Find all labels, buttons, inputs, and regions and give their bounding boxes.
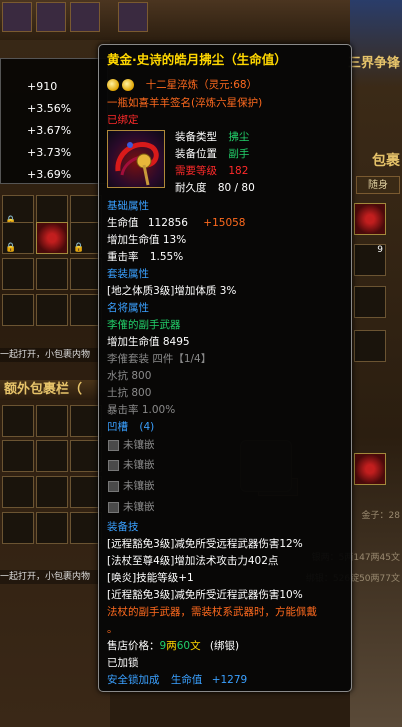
bag-slot[interactable] (36, 512, 68, 544)
required-level-row: 需要等级 182 (175, 165, 249, 177)
usage-note-end: 。 (107, 623, 118, 635)
compare-panel: +910 +3.56% +3.67% +3.73% +3.69% (0, 58, 108, 184)
compare-value: +3.67% (27, 124, 72, 137)
bag-slot[interactable] (354, 453, 386, 485)
compare-value: +3.73% (27, 146, 72, 159)
item-title: 黄金·史诗的皓月拂尘（生命值） (107, 52, 287, 67)
socket-checkbox (108, 460, 119, 471)
item-tooltip: 黄金·史诗的皓月拂尘（生命值） 十二星淬炼（灵元:68） 一瓶如喜羊羊签名(淬炼… (98, 44, 352, 692)
skill-line: [远程豁免3级]减免所受远程武器伤害12% (107, 538, 303, 550)
crit-row: 重击率 1.55% (107, 251, 184, 263)
bag-slot[interactable] (36, 476, 68, 508)
skill-line: [法杖至尊4级]增加法术攻击力402点 (107, 555, 279, 567)
smile-icon (122, 79, 135, 91)
refine-line: 十二星淬炼（灵元:68） (107, 78, 257, 92)
famous-weapon-name: 李傕的副手武器 (107, 319, 181, 331)
durability-row: 耐久度 80 / 80 (175, 182, 255, 194)
bag-slot[interactable] (36, 440, 68, 472)
locked-status: 已加锁 (107, 657, 139, 669)
socket-checkbox (108, 440, 119, 451)
water-res-line: 水抗 800 (107, 370, 152, 382)
famous-attr-header: 名将属性 (107, 302, 149, 314)
right-bag-label: 包裹 (372, 153, 400, 169)
bag-slot[interactable] (354, 203, 386, 235)
skill-line: [唤炎]技能等级+1 (107, 572, 194, 584)
server-banner-label: 三界争锋 (347, 56, 400, 71)
bag-tip-text: 一起打开，小包裹内物 (0, 348, 110, 362)
bag-slot[interactable] (2, 476, 34, 508)
compare-value: +3.69% (27, 168, 72, 181)
gold-info: 金子：28 (361, 511, 400, 521)
smile-icon (107, 79, 119, 91)
extra-bag-title: 额外包裹栏（ (0, 380, 110, 400)
socket-empty-label: 未镶嵌 (123, 439, 155, 451)
compare-value: +910 (27, 80, 58, 93)
top-item-slot[interactable] (36, 2, 66, 32)
bag-slot[interactable] (36, 222, 68, 254)
socket-checkbox (108, 481, 119, 492)
equip-type-row: 装备类型 拂尘 (175, 131, 250, 143)
socket-checkbox (108, 502, 119, 513)
socket-empty-label: 未镶嵌 (123, 480, 155, 492)
bag-slot[interactable] (36, 405, 68, 437)
signature-line: 一瓶如喜羊羊签名(淬炼六星保护) (107, 97, 263, 109)
bound-status: 已绑定 (107, 114, 139, 126)
stack-count: 9 (377, 245, 383, 255)
bag-slot[interactable] (2, 405, 34, 437)
hp-pct-row: 增加生命值 13% (107, 234, 187, 246)
skill-header: 装备技 (107, 521, 139, 533)
bag-slot[interactable] (354, 330, 386, 362)
bag-slot[interactable] (2, 512, 34, 544)
bag-tip-text: 一起打开，小包裹内物 (0, 570, 110, 584)
bag-slot[interactable] (354, 286, 386, 318)
usage-note: 法杖的副手武器，需装杖系武器时，方能佩戴 (107, 606, 317, 618)
bag-slot[interactable] (2, 294, 34, 326)
bag-slot[interactable] (2, 222, 34, 254)
socket-empty-label: 未镶嵌 (123, 459, 155, 471)
top-item-slot[interactable] (2, 2, 32, 32)
safety-lock-row: 安全锁加成 生命值 +1279 (107, 674, 248, 686)
compare-value: +3.56% (27, 102, 72, 115)
bag-slot[interactable]: 9 (354, 244, 386, 276)
earth-res-line: 土抗 800 (107, 387, 152, 399)
crit-rate-line: 暴击率 1.00% (107, 404, 176, 416)
bag-slot[interactable] (36, 294, 68, 326)
sell-price-row: 售店价格：9两60文 (绑银) (107, 640, 240, 652)
bag-slot[interactable] (36, 258, 68, 290)
skill-line: [近程豁免3级]减免所受近程武器伤害10% (107, 589, 303, 601)
carry-bag-button[interactable]: 随身 (356, 176, 400, 194)
background-right-panel (350, 0, 402, 727)
socket-header: 凹槽 (4) (107, 421, 155, 433)
base-attr-header: 基础属性 (107, 200, 149, 212)
famous-set-line: 李傕套装 四件【1/4】 (107, 353, 212, 365)
hp-row: 生命值 112856 +15058 (107, 217, 246, 229)
set-attr-header: 套装属性 (107, 268, 149, 280)
bag-slot[interactable] (2, 440, 34, 472)
bag-slot[interactable] (2, 258, 34, 290)
refine-text: 十二星淬炼（灵元:68） (145, 79, 258, 91)
top-item-slot[interactable] (118, 2, 148, 32)
socket-empty-label: 未镶嵌 (123, 501, 155, 513)
equip-slot-row: 装备位置 副手 (175, 148, 250, 160)
top-item-slot[interactable] (70, 2, 100, 32)
item-icon (107, 130, 165, 188)
set-attr-line: [地之体质3级]增加体质 3% (107, 285, 237, 297)
famous-hp-line: 增加生命值 8495 (107, 336, 190, 348)
whisk-icon (115, 142, 159, 186)
